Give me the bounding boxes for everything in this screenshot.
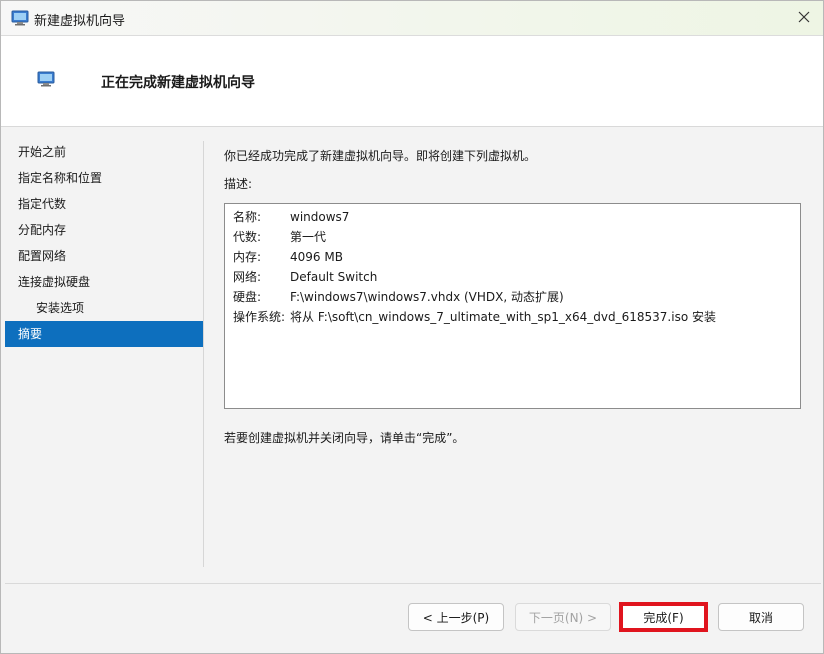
previous-button[interactable]: < 上一步(P) [408,603,504,631]
summary-panel: 你已经成功完成了新建虚拟机向导。即将创建下列虚拟机。 描述: 名称: windo… [224,147,804,445]
summary-key: 名称: [233,210,262,224]
summary-row: 操作系统: 将从 F:\soft\cn_windows_7_ultimate_w… [233,307,800,327]
sidebar-item-memory[interactable]: 分配内存 [5,217,203,243]
finish-button[interactable]: 完成(F) [619,602,708,632]
sidebar-item-before-you-begin[interactable]: 开始之前 [5,139,203,165]
vm-wizard-icon [11,10,29,26]
summary-key: 内存: [233,250,262,264]
description-label: 描述: [224,177,253,191]
summary-value: F:\windows7\windows7.vhdx (VHDX, 动态扩展) [290,290,564,304]
summary-row: 内存: 4096 MB [233,247,800,267]
summary-value: Default Switch [290,270,378,284]
cancel-button[interactable]: 取消 [718,603,804,631]
sidebar-divider [203,141,204,567]
close-icon [798,11,810,26]
sidebar-item-networking[interactable]: 配置网络 [5,243,203,269]
footer-divider [5,583,821,584]
summary-key: 操作系统: [233,310,286,324]
vm-icon [37,71,55,87]
wizard-window: 新建虚拟机向导 正在完成新建虚拟机向导 开始之前 指定名称和位置 指定代数 分配… [0,0,824,654]
sidebar-item-generation[interactable]: 指定代数 [5,191,203,217]
finish-instruction: 若要创建虚拟机并关闭向导，请单击“完成”。 [224,431,465,445]
title-bar: 新建虚拟机向导 [1,1,823,36]
sidebar-item-summary[interactable]: 摘要 [5,321,203,347]
summary-row: 硬盘: F:\windows7\windows7.vhdx (VHDX, 动态扩… [233,287,800,307]
summary-key: 代数: [233,230,262,244]
summary-value: 4096 MB [290,250,343,264]
summary-row: 网络: Default Switch [233,267,800,287]
wizard-header: 正在完成新建虚拟机向导 [1,36,823,127]
sidebar-item-virtual-disk[interactable]: 连接虚拟硬盘 [5,269,203,295]
summary-key: 网络: [233,270,262,284]
summary-row: 名称: windows7 [233,207,800,227]
summary-value: windows7 [290,210,350,224]
sidebar-item-name-and-location[interactable]: 指定名称和位置 [5,165,203,191]
wizard-steps-sidebar: 开始之前 指定名称和位置 指定代数 分配内存 配置网络 连接虚拟硬盘 安装选项 … [5,139,203,347]
next-button[interactable]: 下一页(N) > [515,603,611,631]
window-title: 新建虚拟机向导 [34,14,126,29]
intro-text: 你已经成功完成了新建虚拟机向导。即将创建下列虚拟机。 [224,149,537,163]
summary-row: 代数: 第一代 [233,227,800,247]
page-title: 正在完成新建虚拟机向导 [101,75,255,91]
close-button[interactable] [791,5,817,31]
summary-key: 硬盘: [233,290,262,304]
description-box[interactable]: 名称: windows7 代数: 第一代 内存: 4096 MB 网络: Def… [224,203,801,409]
summary-value: 将从 F:\soft\cn_windows_7_ultimate_with_sp… [290,310,716,324]
sidebar-item-install-options[interactable]: 安装选项 [5,295,203,321]
summary-value: 第一代 [290,230,327,244]
